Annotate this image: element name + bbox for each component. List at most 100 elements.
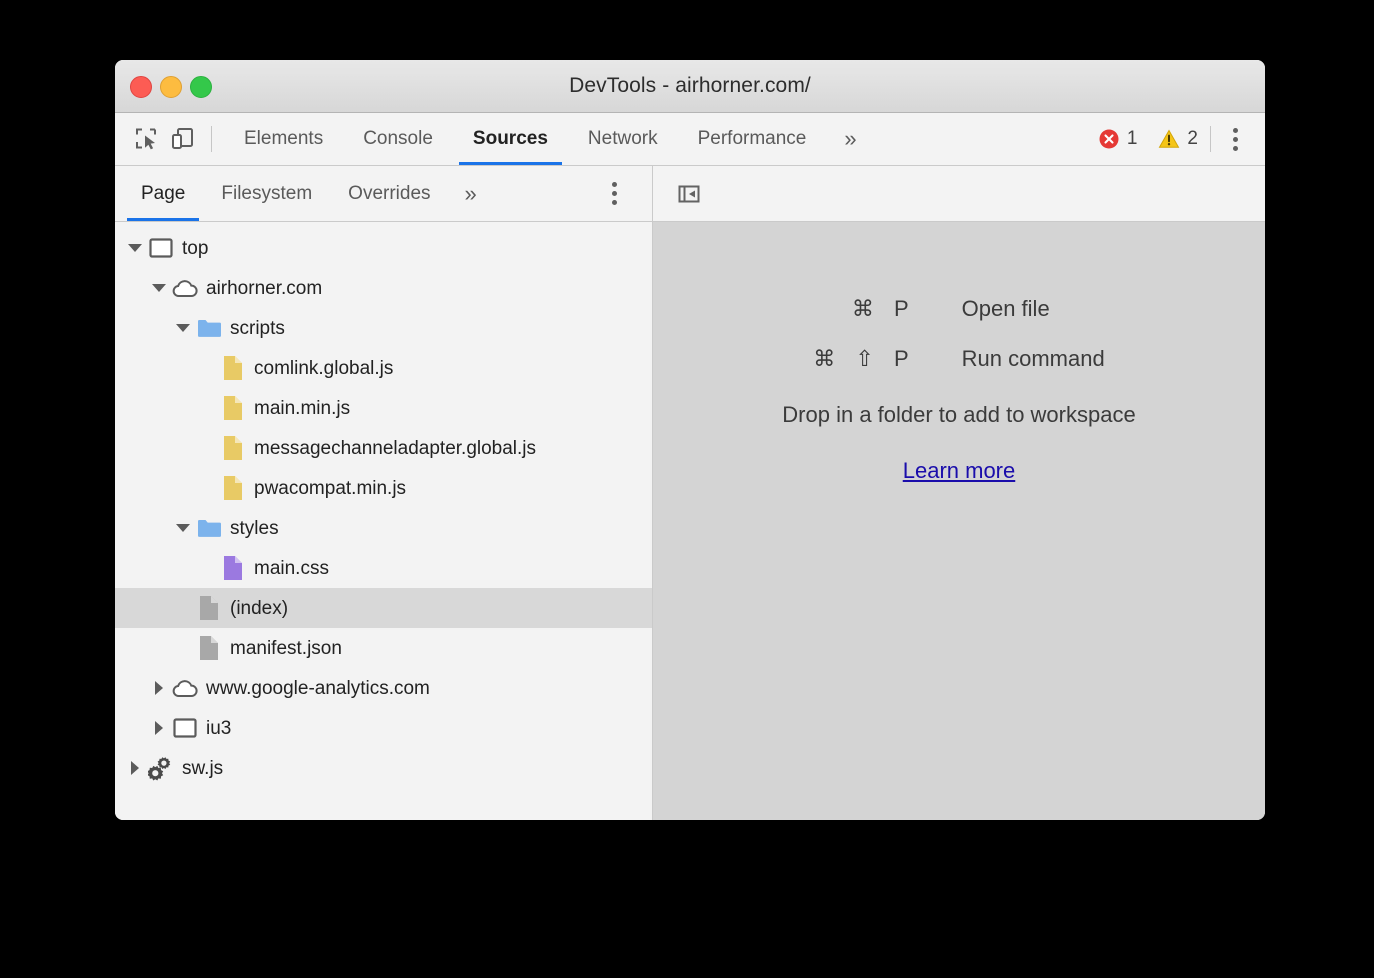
tree-item-top[interactable]: top: [115, 228, 652, 268]
folder-icon: [196, 315, 222, 341]
tree-item-index[interactable]: (index): [115, 588, 652, 628]
tree-item-styles[interactable]: styles: [115, 508, 652, 548]
frame-icon: [148, 235, 174, 261]
expand-triangle-right-icon[interactable]: [151, 680, 167, 696]
error-count: 1: [1127, 128, 1138, 150]
shortcut-table: ⌘ P Open file ⌘ ⇧ P Run command: [813, 284, 1104, 384]
twisty-spacer: [199, 360, 215, 376]
twisty-spacer: [175, 640, 191, 656]
tree-item-label: top: [182, 239, 208, 258]
tree-item-iu3[interactable]: iu3: [115, 708, 652, 748]
tree-item-label: (index): [230, 599, 288, 618]
tree-item-label: iu3: [206, 719, 231, 738]
tree-item-airhorner-com[interactable]: airhorner.com: [115, 268, 652, 308]
tab-network[interactable]: Network: [568, 113, 678, 165]
tree-item-main-css[interactable]: main.css: [115, 548, 652, 588]
twisty-spacer: [199, 440, 215, 456]
twisty-spacer: [175, 600, 191, 616]
toolbar-divider-2: [1210, 126, 1211, 152]
more-navigator-tabs-chevron-icon[interactable]: »: [449, 166, 493, 221]
tree-item-label: airhorner.com: [206, 279, 322, 298]
tree-item-scripts[interactable]: scripts: [115, 308, 652, 348]
cloud-icon: [172, 275, 198, 301]
tab-performance[interactable]: Performance: [678, 113, 827, 165]
tree-item-label: pwacompat.min.js: [254, 479, 406, 498]
js-file-icon: [220, 395, 246, 421]
tab-elements[interactable]: Elements: [224, 113, 343, 165]
toolbar-right-group: 1 2: [1098, 113, 1255, 165]
shortcut-row-run-command: ⌘ ⇧ P Run command: [813, 334, 1104, 384]
document-file-icon: [196, 635, 222, 661]
navigator-subtoolbar-row: Page Filesystem Overrides »: [115, 166, 1265, 222]
twisty-spacer: [199, 480, 215, 496]
editor-toolbar: [653, 166, 1265, 222]
tab-filesystem[interactable]: Filesystem: [203, 166, 330, 221]
shortcut-keys-run-command: ⌘ ⇧ P: [813, 334, 961, 384]
tree-item-label: main.css: [254, 559, 329, 578]
tree-item-manifest-json[interactable]: manifest.json: [115, 628, 652, 668]
tree-item-label: styles: [230, 519, 279, 538]
device-toolbar-icon[interactable]: [165, 121, 201, 157]
tree-item-www-google-analytics-com[interactable]: www.google-analytics.com: [115, 668, 652, 708]
drop-folder-hint: Drop in a folder to add to workspace: [782, 402, 1135, 428]
expand-triangle-down-icon[interactable]: [175, 320, 191, 336]
issue-counters[interactable]: 1 2: [1098, 128, 1210, 150]
tree-item-label: comlink.global.js: [254, 359, 393, 378]
kebab-menu-icon[interactable]: [1215, 119, 1255, 159]
devtools-window: DevTools - airhorner.com/ Elements Conso…: [115, 60, 1265, 820]
expand-triangle-right-icon[interactable]: [127, 760, 143, 776]
devtools-main-toolbar: Elements Console Sources Network Perform…: [115, 113, 1265, 166]
tree-item-label: messagechanneladapter.global.js: [254, 439, 536, 458]
js-file-icon: [220, 435, 246, 461]
folder-icon: [196, 515, 222, 541]
tree-item-label: scripts: [230, 319, 285, 338]
tab-overrides[interactable]: Overrides: [330, 166, 448, 221]
tree-item-messagechanneladapter-global-js[interactable]: messagechanneladapter.global.js: [115, 428, 652, 468]
tree-item-label: sw.js: [182, 759, 223, 778]
twisty-spacer: [199, 400, 215, 416]
expand-triangle-down-icon[interactable]: [151, 280, 167, 296]
maximize-button[interactable]: [190, 76, 212, 98]
tree-item-main-min-js[interactable]: main.min.js: [115, 388, 652, 428]
navigator-tab-list: Page Filesystem Overrides »: [115, 166, 653, 222]
close-button[interactable]: [130, 76, 152, 98]
cloud-icon: [172, 675, 198, 701]
placeholder-content: ⌘ P Open file ⌘ ⇧ P Run command Drop in …: [653, 284, 1265, 484]
tab-sources[interactable]: Sources: [453, 113, 568, 165]
window-title: DevTools - airhorner.com/: [115, 74, 1265, 98]
navigator-kebab-menu-icon[interactable]: [594, 166, 634, 221]
tree-item-pwacompat-min-js[interactable]: pwacompat.min.js: [115, 468, 652, 508]
tree-item-sw-js[interactable]: sw.js: [115, 748, 652, 788]
shortcut-keys-open-file: ⌘ P: [813, 284, 961, 334]
window-traffic-lights: [130, 76, 212, 98]
file-navigator-tree[interactable]: top airhorner.com scripts comlink.global.js…: [115, 222, 653, 820]
css-file-icon: [220, 555, 246, 581]
document-file-icon: [196, 595, 222, 621]
frame-icon: [172, 715, 198, 741]
tab-page[interactable]: Page: [123, 166, 203, 221]
expand-triangle-right-icon[interactable]: [151, 720, 167, 736]
shortcut-desc-open-file: Open file: [962, 284, 1105, 334]
service-worker-gears-icon: [148, 755, 174, 781]
window-titlebar: DevTools - airhorner.com/: [115, 60, 1265, 113]
expand-triangle-down-icon[interactable]: [175, 520, 191, 536]
learn-more-link[interactable]: Learn more: [903, 458, 1016, 484]
shortcut-desc-run-command: Run command: [962, 334, 1105, 384]
shortcut-row-open-file: ⌘ P Open file: [813, 284, 1104, 334]
editor-placeholder-pane: ⌘ P Open file ⌘ ⇧ P Run command Drop in …: [653, 222, 1265, 820]
expand-triangle-down-icon[interactable]: [127, 240, 143, 256]
tree-item-comlink-global-js[interactable]: comlink.global.js: [115, 348, 652, 388]
devtools-body: top airhorner.com scripts comlink.global.js…: [115, 222, 1265, 820]
error-circle-icon: [1098, 128, 1120, 150]
minimize-button[interactable]: [160, 76, 182, 98]
inspect-element-icon[interactable]: [129, 121, 165, 157]
tab-console[interactable]: Console: [343, 113, 453, 165]
warning-count: 2: [1187, 128, 1198, 150]
tree-item-label: www.google-analytics.com: [206, 679, 430, 698]
collapse-sidebar-icon[interactable]: [671, 176, 707, 212]
tree-item-label: manifest.json: [230, 639, 342, 658]
more-panels-chevron-icon[interactable]: »: [826, 113, 874, 165]
js-file-icon: [220, 475, 246, 501]
twisty-spacer: [199, 560, 215, 576]
js-file-icon: [220, 355, 246, 381]
